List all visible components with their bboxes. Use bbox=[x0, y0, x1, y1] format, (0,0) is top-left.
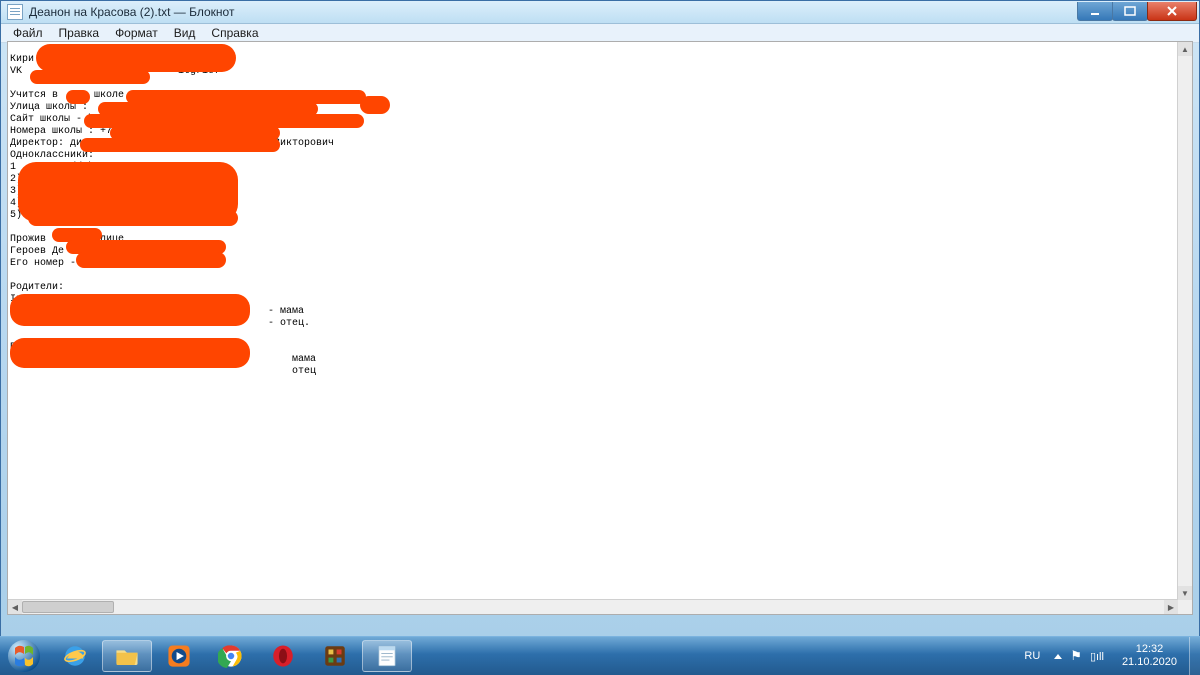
minimize-button[interactable] bbox=[1077, 2, 1113, 21]
menu-file[interactable]: Файл bbox=[5, 25, 51, 41]
media-player-icon bbox=[166, 643, 192, 669]
taskbar-app-opera[interactable] bbox=[258, 640, 308, 672]
notepad-icon bbox=[374, 643, 400, 669]
taskbar-app-media-player[interactable] bbox=[154, 640, 204, 672]
close-button[interactable] bbox=[1147, 2, 1197, 21]
taskbar-app-ie[interactable] bbox=[50, 640, 100, 672]
taskbar-app-explorer[interactable] bbox=[102, 640, 152, 672]
system-tray: RU ⚑ ▯ıll 12:32 21.10.2020 bbox=[1016, 637, 1200, 675]
clock-date: 21.10.2020 bbox=[1122, 656, 1177, 669]
language-indicator[interactable]: RU bbox=[1016, 650, 1048, 662]
menu-format[interactable]: Формат bbox=[107, 25, 166, 41]
scroll-right-icon[interactable]: ▶ bbox=[1164, 600, 1178, 614]
menu-edit[interactable]: Правка bbox=[51, 25, 108, 41]
maximize-button[interactable] bbox=[1112, 2, 1148, 21]
scroll-down-icon[interactable]: ▼ bbox=[1178, 586, 1192, 600]
notepad-window: Деанон на Красова (2).txt — Блокнот Файл… bbox=[0, 0, 1200, 638]
clock-time: 12:32 bbox=[1122, 643, 1177, 656]
scroll-thumb[interactable] bbox=[22, 601, 114, 613]
vertical-scrollbar[interactable]: ▲ ▼ bbox=[1177, 42, 1192, 600]
text-editor[interactable]: Кири Красов VK itgrief Учится в школе кл… bbox=[10, 54, 1178, 590]
internet-explorer-icon bbox=[62, 643, 88, 669]
scroll-left-icon[interactable]: ◀ bbox=[8, 600, 22, 614]
start-button[interactable] bbox=[0, 637, 48, 675]
windows-orb-icon bbox=[7, 639, 41, 673]
document-icon bbox=[7, 4, 23, 20]
network-icon[interactable]: ▯ıll bbox=[1090, 650, 1104, 663]
scroll-up-icon[interactable]: ▲ bbox=[1178, 42, 1192, 56]
app-icon bbox=[322, 643, 348, 669]
chrome-icon bbox=[218, 643, 244, 669]
opera-icon bbox=[270, 643, 296, 669]
window-buttons bbox=[1078, 2, 1197, 22]
show-desktop-button[interactable] bbox=[1189, 637, 1200, 675]
taskbar-clock[interactable]: 12:32 21.10.2020 bbox=[1110, 639, 1189, 673]
taskbar-app-other[interactable] bbox=[310, 640, 360, 672]
menu-help[interactable]: Справка bbox=[203, 25, 266, 41]
tray-overflow-icon[interactable] bbox=[1054, 654, 1062, 659]
taskbar: RU ⚑ ▯ıll 12:32 21.10.2020 bbox=[0, 636, 1200, 675]
editor-area: Кири Красов VK itgrief Учится в школе кл… bbox=[7, 41, 1193, 615]
taskbar-app-chrome[interactable] bbox=[206, 640, 256, 672]
titlebar[interactable]: Деанон на Красова (2).txt — Блокнот bbox=[1, 1, 1199, 24]
window-title: Деанон на Красова (2).txt — Блокнот bbox=[29, 5, 1078, 19]
action-center-icon[interactable]: ⚑ bbox=[1070, 648, 1082, 664]
folder-icon bbox=[114, 643, 140, 669]
taskbar-apps bbox=[50, 637, 412, 675]
taskbar-app-notepad[interactable] bbox=[362, 640, 412, 672]
horizontal-scrollbar[interactable]: ◀ ▶ bbox=[8, 599, 1178, 614]
menu-view[interactable]: Вид bbox=[166, 25, 204, 41]
scroll-corner bbox=[1178, 600, 1192, 614]
